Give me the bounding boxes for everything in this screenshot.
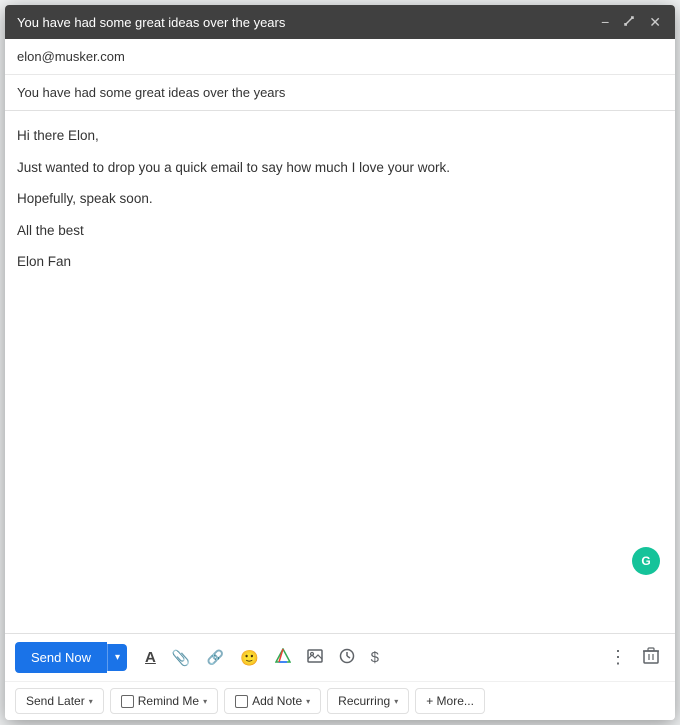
subject-field[interactable]: You have had some great ideas over the y…: [5, 75, 675, 110]
subject-value: You have had some great ideas over the y…: [17, 85, 285, 100]
recurring-arrow: ▾: [394, 697, 398, 706]
emoji-button[interactable]: 🙂: [234, 645, 265, 671]
delete-button[interactable]: [637, 643, 665, 672]
window-controls: − ✕: [599, 13, 663, 31]
remind-me-checkbox: [121, 695, 134, 708]
dollar-icon: $: [371, 649, 379, 666]
format-text-icon: A: [145, 649, 156, 666]
remind-me-label: Remind Me: [138, 694, 199, 708]
title-bar: You have had some great ideas over the y…: [5, 5, 675, 39]
add-note-button[interactable]: Add Note ▾: [224, 688, 321, 714]
to-value: elon@musker.com: [17, 49, 125, 64]
photo-icon: [307, 649, 323, 666]
dollar-button[interactable]: $: [365, 645, 385, 670]
link-button[interactable]: 🔗: [201, 645, 230, 670]
attachment-icon: 📎: [172, 649, 191, 667]
recurring-button[interactable]: Recurring ▾: [327, 688, 409, 714]
close-button[interactable]: ✕: [647, 13, 663, 31]
format-text-button[interactable]: A: [139, 645, 162, 670]
grammarly-icon: G: [641, 554, 650, 568]
send-later-button[interactable]: Send Later ▾: [15, 688, 104, 714]
link-icon: 🔗: [207, 649, 224, 666]
more-button[interactable]: + More...: [415, 688, 485, 714]
maximize-button[interactable]: [621, 13, 637, 31]
body-signature: Elon Fan: [17, 251, 663, 273]
send-button-group: Send Now ▾: [15, 642, 127, 673]
schedule-button[interactable]: [333, 644, 361, 671]
secondary-toolbar: Send Later ▾ Remind Me ▾ Add Note ▾: [5, 682, 675, 720]
attachment-button[interactable]: 📎: [166, 645, 197, 671]
add-note-arrow: ▾: [306, 697, 310, 706]
body-closing: All the best: [17, 220, 663, 242]
email-fields: elon@musker.com You have had some great …: [5, 39, 675, 111]
body-wrapper: Hi there Elon, Just wanted to drop you a…: [5, 111, 675, 720]
grammarly-button[interactable]: G: [632, 547, 660, 575]
send-now-button[interactable]: Send Now: [15, 642, 107, 673]
delete-icon: [643, 647, 659, 668]
window-title: You have had some great ideas over the y…: [17, 15, 285, 30]
send-dropdown-button[interactable]: ▾: [107, 644, 127, 671]
email-body[interactable]: Hi there Elon, Just wanted to drop you a…: [5, 111, 675, 633]
body-greeting: Hi there Elon,: [17, 125, 663, 147]
remind-me-button[interactable]: Remind Me ▾: [110, 688, 218, 714]
add-note-checkbox: [235, 695, 248, 708]
emoji-icon: 🙂: [240, 649, 259, 667]
main-toolbar: Send Now ▾ A 📎 🔗 🙂: [5, 634, 675, 682]
body-paragraph2: Hopefully, speak soon.: [17, 188, 663, 210]
toolbar-area: Send Now ▾ A 📎 🔗 🙂: [5, 633, 675, 720]
body-paragraph1: Just wanted to drop you a quick email to…: [17, 157, 663, 179]
photo-button[interactable]: [301, 645, 329, 670]
add-note-label: Add Note: [252, 694, 302, 708]
recurring-label: Recurring: [338, 694, 390, 708]
drive-icon: [275, 648, 291, 667]
more-options-icon: ⋮: [609, 647, 627, 668]
send-later-label: Send Later: [26, 694, 85, 708]
send-later-arrow: ▾: [89, 697, 93, 706]
more-label: + More...: [426, 694, 474, 708]
more-options-button[interactable]: ⋮: [603, 643, 633, 672]
minimize-button[interactable]: −: [599, 13, 611, 31]
drive-button[interactable]: [269, 644, 297, 671]
to-field[interactable]: elon@musker.com: [5, 39, 675, 75]
schedule-icon: [339, 648, 355, 667]
remind-me-arrow: ▾: [203, 697, 207, 706]
compose-window: You have had some great ideas over the y…: [5, 5, 675, 720]
